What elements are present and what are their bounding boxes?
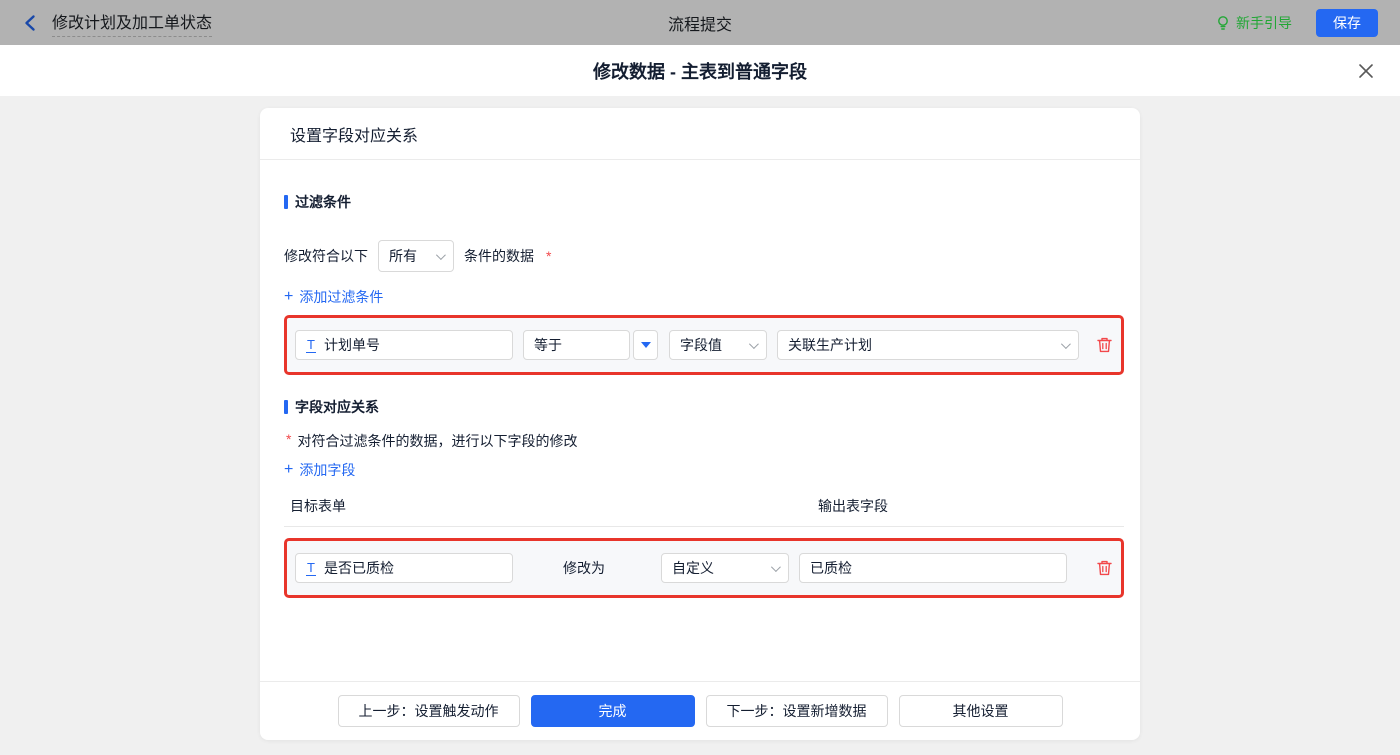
required-asterisk: *	[286, 431, 292, 447]
delete-condition-button[interactable]	[1096, 336, 1113, 354]
trash-icon	[1097, 560, 1112, 576]
modify-to-label: 修改为	[563, 560, 605, 576]
other-settings-button[interactable]: 其他设置	[898, 695, 1063, 727]
triangle-down-icon	[640, 342, 651, 348]
operator-dropdown-trigger[interactable]	[633, 330, 658, 360]
card-footer: 上一步：设置触发动作 完成 下一步：设置新增数据 其他设置	[260, 681, 1140, 740]
match-suffix-label: 条件的数据	[464, 248, 534, 264]
target-field-select[interactable]: T 是否已质检	[295, 553, 513, 583]
done-button[interactable]: 完成	[530, 695, 695, 727]
plus-icon: +	[284, 288, 294, 305]
condition-field-value: 计划单号	[323, 337, 380, 353]
card-header-title: 设置字段对应关系	[260, 108, 1140, 160]
condition-field-select[interactable]: T 计划单号	[295, 330, 513, 360]
value-type-value: 字段值	[680, 337, 722, 353]
mapping-columns-header: 目标表单 输出表字段	[284, 496, 1124, 527]
match-mode-select[interactable]: 所有	[378, 240, 454, 272]
modal-title: 修改数据 - 主表到普通字段	[593, 61, 807, 82]
value-type-select[interactable]: 字段值	[669, 330, 767, 360]
beginner-guide-label: 新手引导	[1236, 14, 1292, 31]
page: 修改计划及加工单状态 流程提交 新手引导 保存 修改数据 - 主表到普通字段 设…	[0, 0, 1400, 755]
value-mode-select[interactable]: 自定义	[661, 553, 789, 583]
mapping-section-label: 字段对应关系	[295, 399, 379, 415]
filter-condition-row-highlight: T 计划单号 等于 字段值 关联生产计划	[284, 315, 1124, 375]
filter-match-row: 修改符合以下 所有 条件的数据 *	[284, 240, 1124, 272]
column-target-form: 目标表单	[290, 498, 346, 514]
delete-mapping-button[interactable]	[1096, 559, 1113, 577]
add-field-label: 添加字段	[299, 462, 356, 478]
condition-value: 关联生产计划	[788, 337, 872, 353]
chevron-down-icon	[435, 249, 446, 260]
modal-header: 修改数据 - 主表到普通字段	[0, 45, 1400, 97]
column-output-field: 输出表字段	[818, 498, 888, 514]
chevron-down-icon	[1060, 338, 1071, 349]
flow-title[interactable]: 修改计划及加工单状态	[52, 9, 213, 37]
top-toolbar: 修改计划及加工单状态 流程提交 新手引导 保存	[0, 0, 1400, 45]
condition-value-select[interactable]: 关联生产计划	[777, 330, 1079, 360]
back-button[interactable]	[22, 14, 40, 32]
filter-section-label: 过滤条件	[295, 194, 351, 210]
value-mode-value: 自定义	[672, 560, 714, 576]
mapping-description-row: * 对符合过滤条件的数据，进行以下字段的修改	[284, 431, 1124, 451]
mapping-row-highlight: T 是否已质检 修改为 自定义	[284, 538, 1124, 598]
filter-section-title: 过滤条件	[284, 192, 1124, 212]
modal-close-button[interactable]	[1356, 61, 1376, 81]
add-filter-condition-link[interactable]: + 添加过滤条件	[284, 287, 383, 307]
lightbulb-icon	[1218, 15, 1228, 30]
add-field-link[interactable]: + 添加字段	[284, 460, 355, 480]
settings-card: 设置字段对应关系 过滤条件 修改符合以下 所有 条件的数据 * + 添加过滤条件	[260, 108, 1140, 740]
section-bar-accent	[284, 400, 288, 414]
save-button[interactable]: 保存	[1316, 8, 1378, 37]
match-prefix-label: 修改符合以下	[284, 248, 368, 264]
mapping-description: 对符合过滤条件的数据，进行以下字段的修改	[297, 433, 578, 449]
match-mode-value: 所有	[389, 248, 417, 264]
chevron-left-icon	[25, 14, 35, 31]
output-value-input[interactable]	[799, 553, 1067, 583]
target-field-value: 是否已质检	[323, 560, 394, 576]
required-asterisk: *	[546, 248, 552, 264]
prev-step-button[interactable]: 上一步：设置触发动作	[337, 695, 520, 727]
chevron-down-icon	[748, 338, 759, 349]
mapping-section-title: 字段对应关系	[284, 397, 1124, 417]
next-step-button[interactable]: 下一步：设置新增数据	[705, 695, 888, 727]
condition-operator-select[interactable]: 等于	[523, 330, 630, 360]
section-bar-accent	[284, 195, 288, 209]
text-field-icon: T	[306, 559, 316, 576]
condition-operator-value: 等于	[534, 337, 562, 353]
text-field-icon: T	[306, 336, 316, 353]
plus-icon: +	[284, 461, 294, 478]
beginner-guide-link[interactable]: 新手引导	[1215, 13, 1292, 33]
close-icon	[1359, 64, 1373, 78]
add-filter-condition-label: 添加过滤条件	[299, 289, 384, 305]
chevron-down-icon	[770, 561, 781, 572]
trash-icon	[1097, 337, 1112, 353]
